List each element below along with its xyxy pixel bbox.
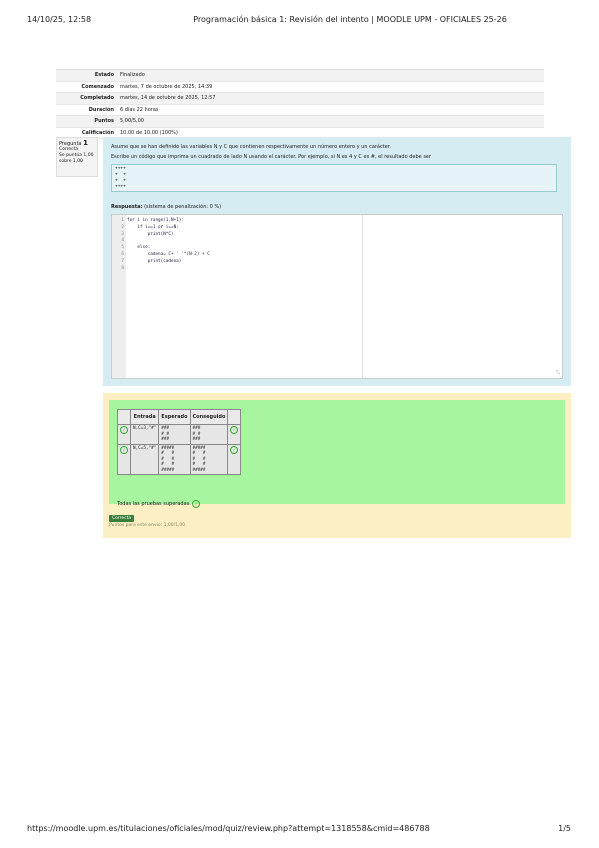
summary-label: Duración <box>88 106 114 113</box>
page-number: 1/5 <box>558 824 571 833</box>
question-content: Asume que se han definido las variables … <box>103 137 571 386</box>
status-column-header <box>117 409 131 425</box>
summary-value: 6 días 22 horas <box>120 106 159 113</box>
code-text: else: <box>127 245 151 251</box>
summary-value: 5,00/5,00 <box>120 118 144 124</box>
test-row: ✓ N,C=5,"#" ##### # # # # # # ##### ##### #… <box>117 443 242 475</box>
question-text-1: Asume que se han definido las variables … <box>111 144 391 150</box>
check-icon: ✓ <box>230 445 239 454</box>
summary-label: Comenzado <box>81 83 114 90</box>
summary-label: Completado <box>80 95 114 101</box>
summary-label: Puntos <box>94 118 114 124</box>
code-text: cadena= C+ ' '*(N-2) + C <box>127 251 210 257</box>
correct-badge: Correcta <box>109 515 135 522</box>
code-text: print(cadena) <box>127 258 182 264</box>
column-header: Entrada <box>129 409 160 425</box>
code-text: for i in range(1,N+1): <box>127 218 184 223</box>
question-info-box: Pregunta 1 Correcta Se puntúa 1,00 sobre… <box>56 137 98 177</box>
footer-url: https://moodle.upm.es/titulaciones/ofici… <box>27 824 430 833</box>
code-line: 6 cadena= C+ ' '*(N-2) + C <box>112 251 210 259</box>
question-text-2: Escribe un código que imprima un cuadrad… <box>111 154 432 160</box>
test-results-box: Entrada Esperado Conseguido ✓ N,C=3,"#" ### … <box>109 400 565 508</box>
line-number: 3 <box>121 231 124 237</box>
page-title: Programación básica 1: Revisión del inte… <box>193 15 507 24</box>
check-icon: ✓ <box>120 445 128 454</box>
test-row: ✓ N,C=3,"#" ### # # ### ### # # ### ✓ <box>117 424 242 445</box>
check-icon: ✓ <box>230 426 239 434</box>
code-text: print(N*C) <box>127 231 174 237</box>
submission-marks: Puntos para este envío: 1,00/1,00. <box>109 523 187 528</box>
line-number: 2 <box>121 224 124 230</box>
expected-cell: ##### # # # # # # ##### <box>158 443 191 475</box>
got-cell: ### # # ### <box>189 424 229 445</box>
line-number: 1 <box>121 218 124 223</box>
result-cell: ✓ <box>227 424 242 445</box>
answer-heading: Respuesta: (sistema de penalización: 0 %… <box>111 204 222 210</box>
column-header: Conseguido <box>189 409 229 425</box>
resize-handle-icon[interactable]: ⤡ <box>556 370 560 376</box>
input-cell: N,C=3,"#" <box>129 424 160 445</box>
check-icon: ✓ <box>120 426 128 434</box>
status-cell: ✓ <box>117 424 131 445</box>
code-line: 2 if i==1 or i==N: <box>112 225 210 232</box>
summary-row: Estado Finalizado <box>56 70 544 82</box>
result-cell: ✓ <box>227 443 242 475</box>
code-editor[interactable]: 1 for i in range(1,N+1): 2 if i==1 or i==N… <box>111 214 563 379</box>
summary-label: Estado <box>94 72 114 78</box>
code-line: 7 print(cadena) <box>112 259 210 266</box>
summary-value: martes, 7 de octubre de 2025, 14:39 <box>120 83 213 90</box>
all-tests-passed: Todas las pruebas superadas. ✓ <box>117 500 201 508</box>
test-results-panel: Entrada Esperado Conseguido ✓ N,C=3,"#" ### … <box>103 393 571 538</box>
code-line: 5 else: <box>112 245 210 252</box>
input-cell: N,C=5,"#" <box>129 443 160 475</box>
question-number: 1 <box>83 139 88 147</box>
code-line: 1 for i in range(1,N+1): <box>112 218 210 225</box>
code-line: 8 <box>112 266 210 273</box>
line-number: 6 <box>121 251 124 257</box>
sample-output: ++++ + + + + ++++ <box>111 164 557 192</box>
summary-row: Duración 6 días 22 horas <box>56 105 544 116</box>
code-text: if i==1 or i==N: <box>127 224 179 230</box>
expected-cell: ### # # ### <box>158 424 191 445</box>
summary-value: martes, 14 de octubre de 2025, 12:57 <box>120 95 216 101</box>
print-datetime: 14/10/25, 12:58 <box>27 15 92 24</box>
question-marks: Se puntúa 1,00 sobre 1,00 <box>59 153 94 164</box>
column-header: Esperado <box>158 409 191 425</box>
test-results-table: Entrada Esperado Conseguido ✓ N,C=3,"#" ### … <box>117 409 242 475</box>
check-icon: ✓ <box>192 500 201 508</box>
summary-row: Comenzado martes, 7 de octubre de 2025, 1… <box>56 82 544 93</box>
print-margin <box>362 215 363 378</box>
line-number: 4 <box>121 238 124 244</box>
code-line: 3 print(N*C) <box>112 232 210 239</box>
attempt-summary-table: Estado Finalizado Comenzado martes, 7 de oc… <box>56 69 544 139</box>
got-cell: ##### # # # # # # ##### <box>189 443 229 475</box>
summary-value: Finalizado <box>120 72 145 78</box>
line-number: 7 <box>121 258 124 264</box>
summary-row: Puntos 5,00/5,00 <box>56 116 544 128</box>
status-cell: ✓ <box>117 443 131 475</box>
line-number: 5 <box>121 245 124 251</box>
line-number: 8 <box>121 265 124 271</box>
result-column-header <box>227 409 242 425</box>
summary-row: Completado martes, 14 de octubre de 2025,… <box>56 93 544 105</box>
